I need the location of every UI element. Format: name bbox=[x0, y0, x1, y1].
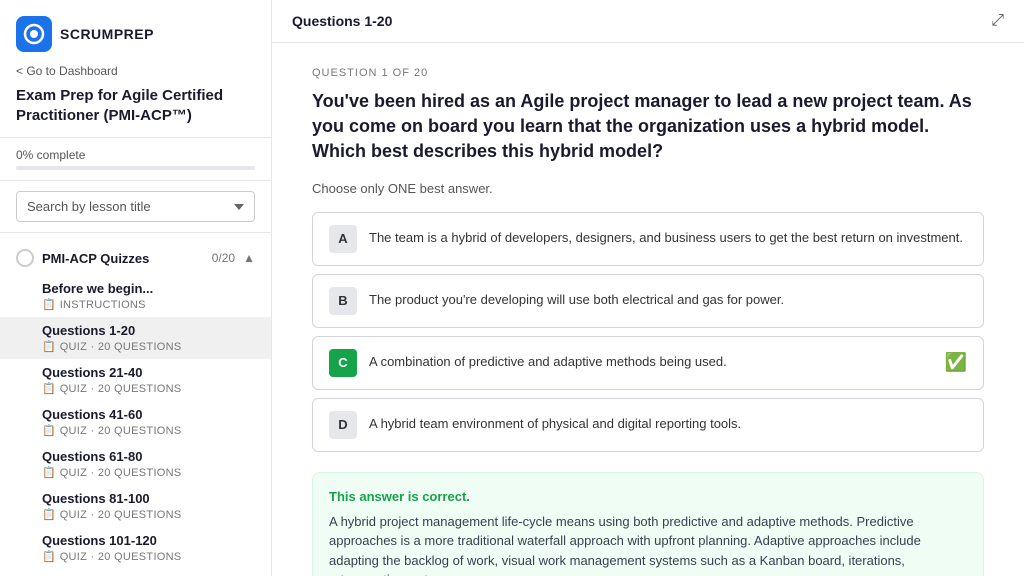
sidebar: SCRUMPREP < Go to Dashboard Exam Prep fo… bbox=[0, 0, 272, 576]
answer-letter-d: D bbox=[329, 411, 357, 439]
expand-icon[interactable]: ⤢ bbox=[991, 12, 1004, 30]
course-title: Exam Prep for Agile Certified Practition… bbox=[16, 86, 255, 125]
nav-section-header[interactable]: PMI-ACP Quizzes 0/20 ▲ bbox=[0, 241, 271, 275]
nav-item-title: Questions 1-20 bbox=[42, 323, 255, 338]
logo-area: SCRUMPREP bbox=[16, 16, 255, 52]
answer-letter-c: C bbox=[329, 349, 357, 377]
nav-item-title: Before we begin... bbox=[42, 281, 255, 296]
quiz-icon: 📋 bbox=[42, 340, 56, 353]
section-title: PMI-ACP Quizzes bbox=[42, 251, 149, 266]
nav-item-sub-text: INSTRUCTIONS bbox=[60, 299, 146, 311]
feedback-box: This answer is correct. A hybrid project… bbox=[312, 472, 984, 576]
question-text: You've been hired as an Agile project ma… bbox=[312, 89, 984, 165]
nav-item-title: Questions 101-120 bbox=[42, 533, 255, 548]
question-number: QUESTION 1 OF 20 bbox=[312, 67, 984, 79]
quiz-icon: 📋 bbox=[42, 382, 56, 395]
answer-text-b: The product you're developing will use b… bbox=[369, 291, 967, 309]
answer-letter-a: A bbox=[329, 225, 357, 253]
nav-item-title: Questions 21-40 bbox=[42, 365, 255, 380]
feedback-text: A hybrid project management life-cycle m… bbox=[329, 512, 967, 576]
correct-check-icon: ✅ bbox=[945, 352, 967, 373]
progress-section: 0% complete bbox=[0, 138, 271, 181]
nav-item-title: Questions 81-100 bbox=[42, 491, 255, 506]
nav-item-sub-text: QUIZ · 20 QUESTIONS bbox=[60, 509, 182, 521]
answer-text-d: A hybrid team environment of physical an… bbox=[369, 415, 967, 433]
main-header: Questions 1-20 ⤢ bbox=[272, 0, 1024, 43]
progress-text: 0% complete bbox=[16, 148, 255, 162]
nav-item-q41-60[interactable]: Questions 41-60 📋 QUIZ · 20 QUESTIONS bbox=[0, 401, 271, 443]
answer-options: A The team is a hybrid of developers, de… bbox=[312, 212, 984, 452]
nav-items: Before we begin... 📋 INSTRUCTIONS Questi… bbox=[0, 275, 271, 573]
search-by-lesson-select[interactable]: Search by lesson title bbox=[16, 191, 255, 222]
nav-item-title: Questions 41-60 bbox=[42, 407, 255, 422]
nav-item-q81-100[interactable]: Questions 81-100 📋 QUIZ · 20 QUESTIONS bbox=[0, 485, 271, 527]
quiz-icon: 📋 bbox=[42, 550, 56, 563]
feedback-correct-label: This answer is correct. bbox=[329, 489, 967, 504]
brand-name: SCRUMPREP bbox=[60, 26, 154, 42]
nav-item-sub-text: QUIZ · 20 QUESTIONS bbox=[60, 467, 182, 479]
main-content: Questions 1-20 ⤢ QUESTION 1 OF 20 You've… bbox=[272, 0, 1024, 576]
answer-text-c: A combination of predictive and adaptive… bbox=[369, 353, 933, 371]
quiz-icon: 📋 bbox=[42, 424, 56, 437]
sidebar-header: SCRUMPREP < Go to Dashboard Exam Prep fo… bbox=[0, 0, 271, 138]
quiz-icon: 📋 bbox=[42, 466, 56, 479]
nav-item-sub-text: QUIZ · 20 QUESTIONS bbox=[60, 551, 182, 563]
answer-letter-b: B bbox=[329, 287, 357, 315]
answer-option-a[interactable]: A The team is a hybrid of developers, de… bbox=[312, 212, 984, 266]
question-area: QUESTION 1 OF 20 You've been hired as an… bbox=[272, 43, 1024, 576]
nav-list: PMI-ACP Quizzes 0/20 ▲ Before we begin..… bbox=[0, 233, 271, 576]
answer-option-c[interactable]: C A combination of predictive and adapti… bbox=[312, 336, 984, 390]
instructions-icon: 📋 bbox=[42, 298, 56, 311]
progress-bar-background bbox=[16, 166, 255, 170]
nav-item-sub-text: QUIZ · 20 QUESTIONS bbox=[60, 341, 182, 353]
nav-item-sub-text: QUIZ · 20 QUESTIONS bbox=[60, 383, 182, 395]
nav-item-title: Questions 61-80 bbox=[42, 449, 255, 464]
chevron-up-icon: ▲ bbox=[243, 251, 255, 265]
nav-item-sub-text: QUIZ · 20 QUESTIONS bbox=[60, 425, 182, 437]
quiz-icon: 📋 bbox=[42, 508, 56, 521]
section-count: 0/20 bbox=[212, 251, 235, 265]
answer-text-a: The team is a hybrid of developers, desi… bbox=[369, 229, 967, 247]
search-area: Search by lesson title bbox=[0, 181, 271, 233]
nav-item-q1-20[interactable]: Questions 1-20 📋 QUIZ · 20 QUESTIONS bbox=[0, 317, 271, 359]
nav-item-before[interactable]: Before we begin... 📋 INSTRUCTIONS bbox=[0, 275, 271, 317]
answer-option-b[interactable]: B The product you're developing will use… bbox=[312, 274, 984, 328]
choose-instruction: Choose only ONE best answer. bbox=[312, 181, 984, 196]
back-to-dashboard-link[interactable]: < Go to Dashboard bbox=[16, 64, 255, 78]
logo-icon bbox=[16, 16, 52, 52]
nav-item-q61-80[interactable]: Questions 61-80 📋 QUIZ · 20 QUESTIONS bbox=[0, 443, 271, 485]
answer-option-d[interactable]: D A hybrid team environment of physical … bbox=[312, 398, 984, 452]
nav-item-q21-40[interactable]: Questions 21-40 📋 QUIZ · 20 QUESTIONS bbox=[0, 359, 271, 401]
main-header-title: Questions 1-20 bbox=[292, 13, 392, 29]
section-circle-icon bbox=[16, 249, 34, 267]
nav-item-q101-120[interactable]: Questions 101-120 📋 QUIZ · 20 QUESTIONS bbox=[0, 527, 271, 569]
